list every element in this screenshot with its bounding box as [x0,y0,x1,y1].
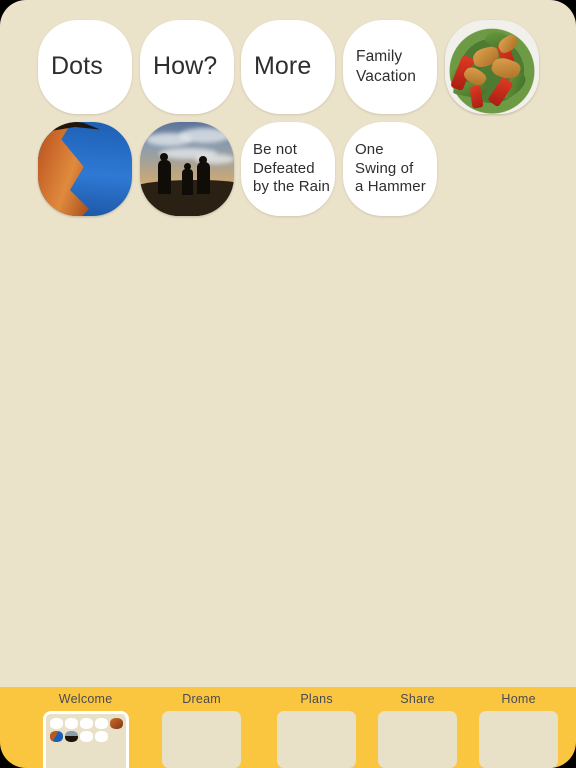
mini-label: Be not Defeated by the Rain [80,740,93,742]
rock-climbing-image [38,122,132,216]
bubble-label: Dots [51,52,103,81]
mini-label: More [80,727,87,729]
bubble-label: More [254,52,312,81]
tab-thumbnail-home[interactable] [479,711,559,768]
bubble-be-not-defeated[interactable]: Be not Defeated by the Rain [241,122,335,216]
tab-label: Plans [300,692,333,706]
tab-dream[interactable]: Dream [144,687,259,768]
mini-label: Dots [50,727,57,729]
tab-share[interactable]: Share [360,687,475,768]
mini-label: One Swing of a Hammer [95,740,107,742]
tab-thumbnail-dream[interactable] [162,711,242,768]
bubble-how[interactable]: How? [140,20,234,114]
bubble-family-vacation[interactable]: Family Vacation [343,20,437,114]
tab-thumbnail-plans[interactable] [277,711,357,768]
bubble-label: Be not Defeated by the Rain [253,140,330,196]
bubble-one-swing[interactable]: One Swing of a Hammer [343,122,437,216]
bubble-salad-photo[interactable] [445,20,539,114]
hikers-silhouette-image [140,122,234,216]
tab-home[interactable]: Home [461,687,576,768]
bubble-hikers-photo[interactable] [140,122,234,216]
tab-thumbnail-welcome[interactable]: Dots How? More Family Vacation Be not De… [42,711,129,768]
mini-label: Family Vacation [95,727,105,729]
tab-plans[interactable]: Plans [259,687,374,768]
tab-label: Dream [182,692,221,706]
bubble-more[interactable]: More [241,20,335,114]
bubble-dots[interactable]: Dots [38,20,132,114]
tab-welcome[interactable]: Welcome Dots How? More Family Vacation B… [28,687,143,768]
board-canvas[interactable]: Dots How? More Family Vacation Be not De… [0,0,576,687]
tab-thumbnail-share[interactable] [378,711,458,768]
tab-label: Share [400,692,435,706]
salad-image [445,20,539,114]
bubble-label: Family Vacation [356,48,416,85]
bubble-label: One Swing of a Hammer [355,140,426,196]
tab-label: Welcome [58,692,113,706]
bubble-label: How? [153,52,218,81]
bubble-red-rock-photo[interactable] [38,122,132,216]
page-tab-bar: Welcome Dots How? More Family Vacation B… [0,687,576,768]
tab-label: Home [501,692,536,706]
thumbnail-preview: Dots How? More Family Vacation Be not De… [46,714,126,768]
mini-label: How? [65,727,73,729]
app-window: Dots How? More Family Vacation Be not De… [0,0,576,768]
